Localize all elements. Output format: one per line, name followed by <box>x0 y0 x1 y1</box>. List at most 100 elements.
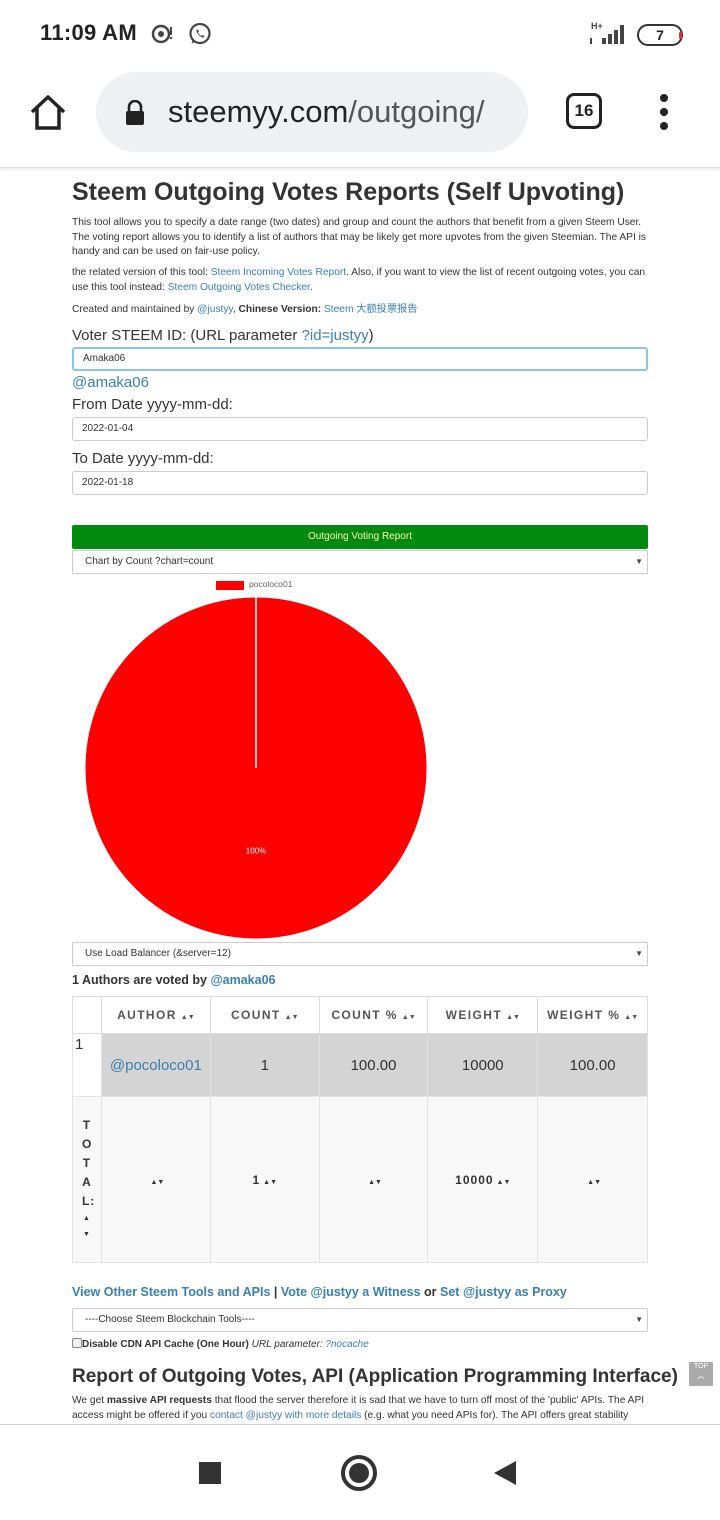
total-author-cell: ▲▼ <box>100 1096 211 1263</box>
voter-label-text: Voter STEEM ID: (URL parameter <box>72 327 302 344</box>
tools-select[interactable]: ----Choose Steem Blockchain Tools---- ▼ <box>72 1308 648 1332</box>
weight-header[interactable]: WEIGHT ▲▼ <box>427 996 539 1034</box>
pie-chart-svg: 100% <box>84 596 428 940</box>
related-text: the related version of this tool: Steem … <box>72 266 648 295</box>
sort-icon: ▲▼ <box>506 1014 520 1021</box>
whatsapp-icon <box>189 22 211 45</box>
sort-icon: ▲▼ <box>82 1215 91 1238</box>
url-path: /outgoing/ <box>348 94 485 129</box>
cdn-label: Disable CDN API Cache (One Hour) <box>82 1339 249 1350</box>
sort-icon: ▲▼ <box>368 1178 382 1186</box>
recents-icon[interactable] <box>199 1462 221 1484</box>
browser-toolbar: steemyy.com/outgoing/ 16 <box>0 68 720 168</box>
home-icon[interactable] <box>28 92 68 132</box>
related-prefix: the related version of this tool: <box>72 267 211 278</box>
vote-witness-link[interactable]: Vote @justyy a Witness <box>281 1285 421 1299</box>
count-pct-header-label: COUNT % <box>331 1008 398 1022</box>
sort-icon: ▲▼ <box>284 1014 299 1021</box>
total-count: 1 <box>252 1172 261 1187</box>
total-row: TOTAL: ▲▼ ▲▼ 1 ▲▼ ▲▼ 10000 ▲▼ ▲▼ <box>72 1096 648 1263</box>
nocache-link[interactable]: ?nocache <box>325 1339 368 1350</box>
sort-icon: ▲▼ <box>496 1178 511 1186</box>
created-text: Created and maintained by @justyy, Chine… <box>72 303 648 318</box>
set-proxy-link[interactable]: Set @justyy as Proxy <box>440 1285 567 1299</box>
contact-link[interactable]: contact @justyy with more details <box>210 1410 361 1421</box>
home-nav-icon[interactable] <box>341 1455 377 1491</box>
author-link[interactable]: @pocoloco01 <box>110 1055 202 1076</box>
count-header[interactable]: COUNT ▲▼ <box>209 996 320 1034</box>
chevron-down-icon: ▼ <box>635 1315 643 1324</box>
authors-voter-link[interactable]: @amaka06 <box>210 973 275 987</box>
tab-switcher-button[interactable]: 16 <box>566 93 602 129</box>
table-header-row: AUTHOR ▲▼ COUNT ▲▼ COUNT % ▲▼ WEIGHT ▲▼ WEIG… <box>72 996 648 1034</box>
votes-table: AUTHOR ▲▼ COUNT ▲▼ COUNT % ▲▼ WEIGHT ▲▼ WEIG… <box>72 996 648 1263</box>
author-header[interactable]: AUTHOR ▲▼ <box>100 996 211 1034</box>
to-date-input[interactable]: 2022-01-18 <box>72 471 648 495</box>
chart-type-value: Chart by Count ?chart=count <box>85 556 214 567</box>
weight-pct-header[interactable]: WEIGHT % ▲▼ <box>537 996 648 1034</box>
url-text[interactable]: steemyy.com/outgoing/ <box>168 94 484 130</box>
lock-icon <box>126 100 144 125</box>
total-weight-pct-cell: ▲▼ <box>537 1096 648 1263</box>
total-weight-cell: 10000 ▲▼ <box>427 1096 539 1263</box>
url-domain: steemyy.com <box>168 94 349 129</box>
weight-pct-cell: 100.00 <box>537 1033 648 1097</box>
chinese-version-link[interactable]: Steem 大额投票报告 <box>321 304 417 315</box>
api-text-3: (e.g. what you need APIs for). The API o… <box>361 1409 629 1421</box>
total-label-text: TOTAL: <box>81 1118 96 1208</box>
top-label: TOP <box>693 1363 709 1370</box>
outgoing-checker-link[interactable]: Steem Outgoing Votes Checker <box>168 282 310 293</box>
created-prefix: Created and maintained by <box>72 304 198 315</box>
weight-pct-header-label: WEIGHT % <box>547 1008 621 1022</box>
author-cell: @pocoloco01 <box>100 1033 211 1097</box>
count-header-label: COUNT <box>230 1008 281 1022</box>
server-select-value: Use Load Balancer (&server=12) <box>85 948 231 959</box>
more-menu-icon[interactable] <box>654 92 674 132</box>
sync-icon <box>151 24 172 44</box>
tools-separator: | <box>270 1285 281 1299</box>
table-row: 1 @pocoloco01 1 100.00 10000 100.00 <box>72 1033 648 1097</box>
justyy-link[interactable]: @justyy <box>197 304 233 315</box>
total-count-pct-cell: ▲▼ <box>318 1096 429 1263</box>
sort-icon: ▲▼ <box>150 1178 165 1186</box>
api-section-title: Report of Outgoing Votes, API (Applicati… <box>72 1366 678 1387</box>
count-pct-cell: 100.00 <box>318 1033 429 1097</box>
pie-slice-label: 100% <box>246 847 266 856</box>
from-date-input[interactable]: 2022-01-04 <box>72 417 648 441</box>
api-text: We get massive API requests that flood t… <box>72 1394 648 1423</box>
back-to-top-button[interactable]: TOP ︽ <box>689 1362 713 1386</box>
network-type: H+ <box>591 21 603 31</box>
pie-chart: pocoloco01 100% <box>72 575 648 945</box>
row-index: 1 <box>72 1033 102 1097</box>
sort-icon: ▲▼ <box>624 1014 639 1021</box>
signal-icon: H+ <box>590 21 624 44</box>
outgoing-report-button[interactable]: Outgoing Voting Report <box>72 525 648 549</box>
cdn-param-label: URL parameter: <box>248 1339 326 1350</box>
incoming-votes-link[interactable]: Steem Incoming Votes Report <box>211 267 346 278</box>
sort-icon: ▲▼ <box>587 1178 602 1186</box>
voter-id-input[interactable]: Amaka06 <box>72 347 648 371</box>
voter-profile-link[interactable]: @amaka06 <box>72 374 149 391</box>
weight-cell: 10000 <box>427 1033 539 1097</box>
server-select[interactable]: Use Load Balancer (&server=12) ▼ <box>72 942 648 966</box>
disable-cdn-checkbox[interactable] <box>72 1338 82 1348</box>
chart-type-select[interactable]: Chart by Count ?chart=count ▼ <box>72 550 648 574</box>
system-nav-bar <box>0 1424 720 1520</box>
back-icon[interactable] <box>494 1461 516 1485</box>
other-tools-link[interactable]: View Other Steem Tools and APIs <box>72 1285 270 1299</box>
status-time: 11:09 AM <box>40 20 137 45</box>
author-header-label: AUTHOR <box>117 1008 177 1022</box>
count-pct-header[interactable]: COUNT % ▲▼ <box>318 996 429 1034</box>
authors-summary: 1 Authors are voted by @amaka06 <box>72 973 275 987</box>
chinese-version-label: Chinese Version: <box>238 304 322 315</box>
address-bar[interactable]: steemyy.com/outgoing/ <box>96 72 528 152</box>
tools-select-value: ----Choose Steem Blockchain Tools---- <box>85 1314 255 1325</box>
page-title: Steem Outgoing Votes Reports (Self Upvot… <box>72 178 625 206</box>
voter-label-end: ) <box>368 327 374 344</box>
total-label-cell: TOTAL: ▲▼ <box>72 1096 102 1263</box>
api-text-bold: massive API requests <box>106 1395 212 1406</box>
weight-header-label: WEIGHT <box>445 1008 503 1022</box>
api-text-1: We get <box>72 1395 107 1406</box>
tools-links: View Other Steem Tools and APIs | Vote @… <box>72 1285 567 1299</box>
chevron-down-icon: ▼ <box>635 557 643 566</box>
